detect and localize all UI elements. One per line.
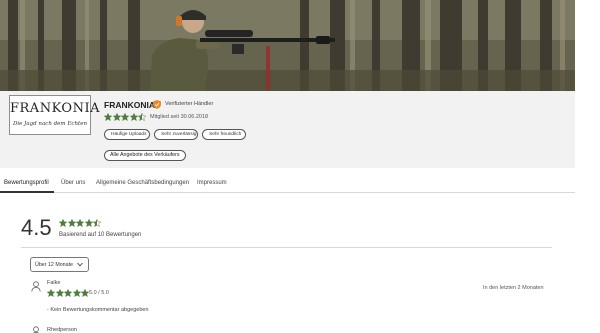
seller-banner — [0, 0, 575, 91]
review-comment: - Kein Bewertungskommentar abgegeben — [47, 307, 149, 313]
logo-name: FRANKONIA — [10, 101, 100, 116]
badge-label: Häufige Uploads — [111, 132, 147, 137]
star-icon — [129, 113, 138, 121]
badge-label: Sehr freundlich — [209, 132, 242, 137]
divider — [21, 247, 552, 248]
active-tab-indicator — [0, 191, 54, 193]
tab-about-us[interactable]: Über uns — [61, 180, 85, 186]
average-rating-stars — [59, 219, 101, 227]
seller-name: FRANKONIA — [104, 100, 155, 110]
all-offers-button[interactable]: Alle Angebote des Verkäufers — [104, 150, 186, 161]
badge-very-reliable: Sehr zuverlässig — [154, 129, 198, 140]
star-icon — [67, 219, 76, 227]
star-icon — [121, 113, 129, 121]
user-icon — [31, 281, 41, 292]
tab-terms[interactable]: Allgemeine Geschäftsbedingungen — [96, 180, 189, 186]
chevron-down-icon — [77, 262, 83, 267]
star-icon — [138, 113, 146, 121]
star-icon — [76, 219, 84, 227]
badge-very-friendly: Sehr freundlich — [202, 129, 246, 140]
star-icon — [84, 219, 93, 227]
logo-tagline: Die Jagd nach dem Echten — [12, 121, 88, 127]
verified-seller-label: Verifizierter Händler — [165, 101, 214, 107]
tab-rating-profile[interactable]: Bewertungsprofil — [4, 180, 49, 186]
profile-tabs: Bewertungsprofil Über uns Allgemeine Ges… — [0, 176, 575, 193]
reviewer-name: Falke — [47, 280, 61, 286]
star-icon — [55, 289, 64, 297]
review-rating-stars — [47, 289, 89, 297]
badge-label: Sehr zuverlässig — [161, 132, 197, 137]
review-score: 5.0 / 5.0 — [89, 290, 109, 296]
verified-shield-icon — [153, 100, 161, 109]
star-icon — [47, 289, 55, 297]
badge-frequent-uploads: Häufige Uploads — [104, 129, 150, 140]
member-since: Mitglied seit 30.06.2018 — [150, 114, 209, 120]
seller-logo: FRANKONIA Die Jagd nach dem Echten — [9, 95, 100, 135]
seller-rating-stars — [104, 113, 146, 121]
user-icon — [32, 326, 40, 333]
rating-count: Basierend auf 10 Bewertungen — [59, 232, 142, 238]
average-score: 4.5 — [21, 215, 52, 240]
star-icon — [81, 289, 89, 297]
tab-imprint[interactable]: Impressum — [197, 180, 227, 186]
forest-hunter-illustration — [0, 0, 575, 91]
reviewer-name: Rhedperson — [47, 327, 77, 333]
star-icon — [93, 219, 101, 227]
star-icon — [59, 219, 67, 227]
star-icon — [112, 113, 121, 121]
star-icon — [104, 113, 112, 121]
star-icon — [72, 289, 81, 297]
star-icon — [64, 289, 72, 297]
review-time: In den letzten 2 Monaten — [483, 285, 544, 291]
